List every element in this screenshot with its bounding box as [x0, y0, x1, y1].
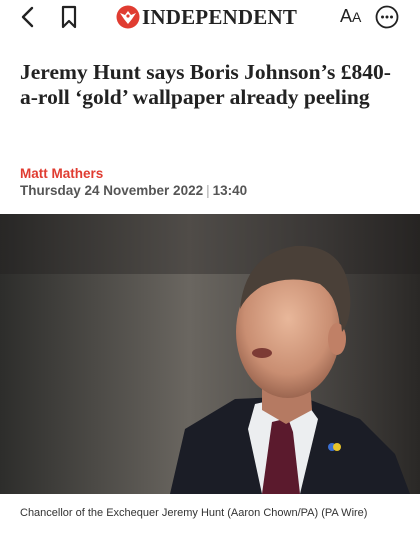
text-size-button[interactable]: A A	[340, 6, 361, 30]
more-options-button[interactable]	[375, 5, 399, 29]
photo-illustration	[0, 214, 420, 494]
chevron-left-icon	[21, 6, 34, 28]
article-headline: Jeremy Hunt says Boris Johnson’s £840-a-…	[20, 60, 391, 109]
publish-time: 13:40	[212, 183, 248, 198]
article-hero-image[interactable]	[0, 214, 420, 494]
text-size-small-letter: A	[352, 9, 362, 25]
image-caption: Chancellor of the Exchequer Jeremy Hunt …	[20, 507, 368, 519]
back-button[interactable]	[18, 5, 40, 29]
text-size-large-letter: A	[340, 6, 353, 26]
date-separator: |	[206, 183, 210, 198]
eagle-logo-icon	[116, 5, 140, 29]
brand-name: INDEPENDENT	[142, 5, 298, 29]
more-options-icon	[375, 5, 399, 29]
top-navigation-bar: INDEPENDENT A A	[0, 0, 420, 36]
author-name[interactable]: Matt Mathers	[20, 166, 103, 181]
brand-logo[interactable]: INDEPENDENT	[116, 5, 297, 29]
bookmark-button[interactable]	[58, 4, 80, 30]
bookmark-icon	[61, 5, 77, 29]
article-dateline: Thursday 24 November 2022 | 13:40	[20, 183, 247, 198]
publish-date: Thursday 24 November 2022	[20, 183, 204, 198]
